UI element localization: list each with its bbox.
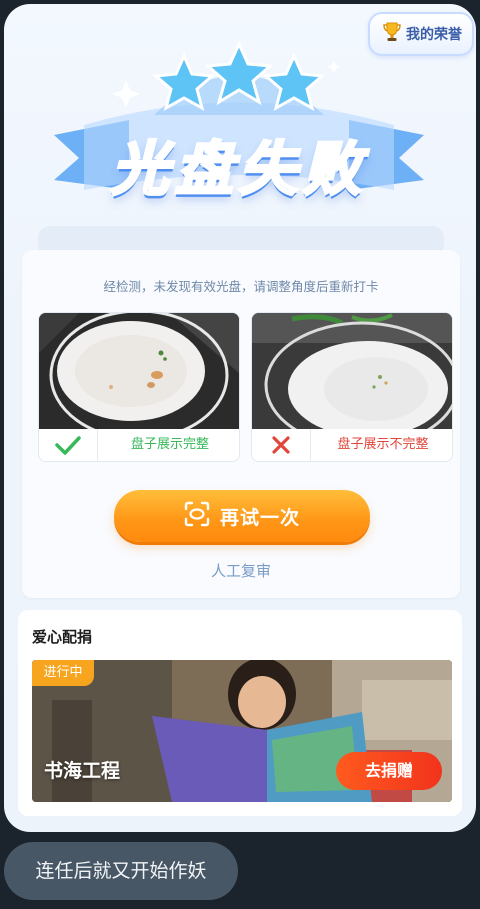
project-name: 书海工程 — [44, 760, 121, 782]
plate-photo-incomplete — [252, 313, 452, 429]
detection-message: 经检测，未发现有效光盘，请调整角度后重新打卡 — [103, 279, 379, 294]
comment-bubble: 连任后就又开始作妖 — [4, 842, 238, 900]
result-panel: 经检测，未发现有效光盘，请调整角度后重新打卡 盘子展示完整 盘子展示不完整 再试… — [22, 250, 460, 598]
example-correct: 盘子展示完整 — [38, 312, 240, 462]
caption-row: 盘子展示完整 — [39, 429, 239, 461]
scan-icon — [184, 501, 210, 531]
donate-button[interactable]: 去捐赠 — [336, 752, 442, 790]
cross-icon — [252, 429, 311, 461]
check-icon — [39, 429, 98, 461]
caption-row: 盘子展示不完整 — [252, 429, 452, 461]
donation-title: 爱心配捐 — [32, 628, 93, 646]
donation-section: 爱心配捐 进行中 书海工程 去捐赠 — [18, 610, 462, 816]
manual-review-link[interactable]: 人工复审 — [22, 560, 460, 581]
plate-photo-complete — [39, 313, 239, 429]
retry-label: 再试一次 — [219, 506, 300, 529]
donation-banner[interactable]: 进行中 书海工程 去捐赠 — [32, 660, 452, 802]
retry-button[interactable]: 再试一次 — [114, 490, 370, 542]
banner-title: 光盘失败 — [109, 134, 367, 205]
caption-incomplete: 盘子展示不完整 — [337, 437, 429, 452]
example-incorrect: 盘子展示不完整 — [251, 312, 453, 462]
status-tag: 进行中 — [32, 660, 94, 686]
caption-complete: 盘子展示完整 — [130, 437, 209, 452]
result-card: 我的荣誉 光盘失败 经检测，未发现有效光盘，请调整角度后重新打卡 盘子展示完整 … — [4, 4, 476, 832]
failure-banner: 光盘失败 — [34, 40, 444, 230]
